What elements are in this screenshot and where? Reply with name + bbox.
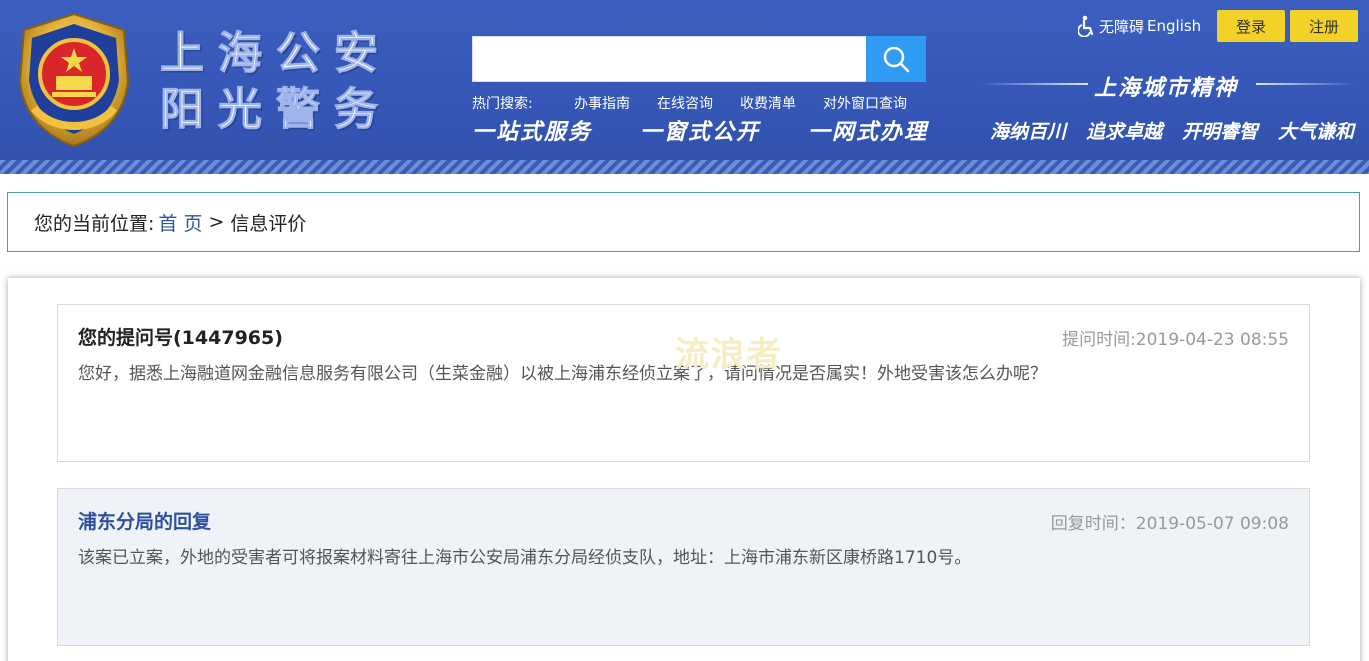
spirit-word: 开明睿智 xyxy=(1181,121,1258,143)
question-card: 您的提问号(1447965) 提问时间:2019-04-23 08:55 您好，… xyxy=(57,304,1310,462)
hot-link-guide[interactable]: 办事指南 xyxy=(574,93,630,113)
spirit-word: 海纳百川 xyxy=(990,121,1067,143)
slogan-item: 一站式服务 xyxy=(472,119,593,145)
hot-link-fees[interactable]: 收费清单 xyxy=(740,93,796,113)
breadcrumb-prefix: 您的当前位置: xyxy=(34,212,155,235)
city-spirit-words: 海纳百川 追求卓越 开明睿智 大气谦和 xyxy=(990,117,1354,144)
reply-title: 浦东分局的回复 xyxy=(78,511,212,533)
search-input[interactable] xyxy=(472,36,866,82)
spirit-word: 大气谦和 xyxy=(1277,121,1354,143)
search-icon xyxy=(883,46,910,73)
breadcrumb-separator: > xyxy=(208,211,225,233)
hot-search-row: 热门搜索: 办事指南 在线咨询 收费清单 对外窗口查询 xyxy=(472,93,907,113)
slogan-item: 一网式办理 xyxy=(807,119,928,145)
login-button[interactable]: 登录 xyxy=(1217,10,1285,42)
hot-search-label: 热门搜索: xyxy=(472,96,533,112)
header-stripe xyxy=(0,160,1369,174)
city-spirit-title: 上海城市精神 xyxy=(1094,75,1239,101)
search-button[interactable] xyxy=(866,36,926,82)
spirit-word: 追求卓越 xyxy=(1085,121,1162,143)
slogan-item: 一窗式公开 xyxy=(639,119,760,145)
wheelchair-icon xyxy=(1078,15,1094,37)
site-header: 上海公安 阳光警务 热门搜索: 办事指南 在线咨询 收费清单 对外窗口查询 一站… xyxy=(0,0,1369,160)
register-button[interactable]: 注册 xyxy=(1290,10,1358,42)
question-title: 您的提问号(1447965) xyxy=(78,327,283,349)
accessibility-label: 无障碍 xyxy=(1099,17,1145,36)
police-emblem-icon xyxy=(18,12,130,148)
accessibility-link[interactable]: 无障碍 English xyxy=(1078,14,1201,38)
site-title: 上海公安 阳光警务 xyxy=(160,26,392,138)
hot-link-consult[interactable]: 在线咨询 xyxy=(657,93,713,113)
breadcrumb: 您的当前位置: 首 页 > 信息评价 xyxy=(7,192,1360,252)
divider xyxy=(1256,83,1354,85)
hot-link-window[interactable]: 对外窗口查询 xyxy=(823,93,907,113)
breadcrumb-current: 信息评价 xyxy=(230,212,307,235)
watermark-text: 流浪者 xyxy=(675,335,783,375)
breadcrumb-home-link[interactable]: 首 页 xyxy=(158,209,202,236)
reply-card: 浦东分局的回复 回复时间：2019-05-07 09:08 该案已立案，外地的受… xyxy=(57,488,1310,646)
english-link[interactable]: English xyxy=(1147,17,1201,35)
reply-time: 回复时间：2019-05-07 09:08 xyxy=(1050,514,1289,534)
service-slogans: 一站式服务 一窗式公开 一网式办理 xyxy=(472,114,928,146)
site-title-line2: 阳光警务 xyxy=(160,84,392,136)
site-title-line1: 上海公安 xyxy=(160,28,392,80)
content-panel: 您的提问号(1447965) 提问时间:2019-04-23 08:55 您好，… xyxy=(8,278,1360,661)
reply-body: 该案已立案，外地的受害者可将报案材料寄往上海市公安局浦东分局经侦支队，地址：上海… xyxy=(78,548,972,568)
divider xyxy=(980,83,1088,85)
question-time: 提问时间:2019-04-23 08:55 xyxy=(1062,330,1289,350)
